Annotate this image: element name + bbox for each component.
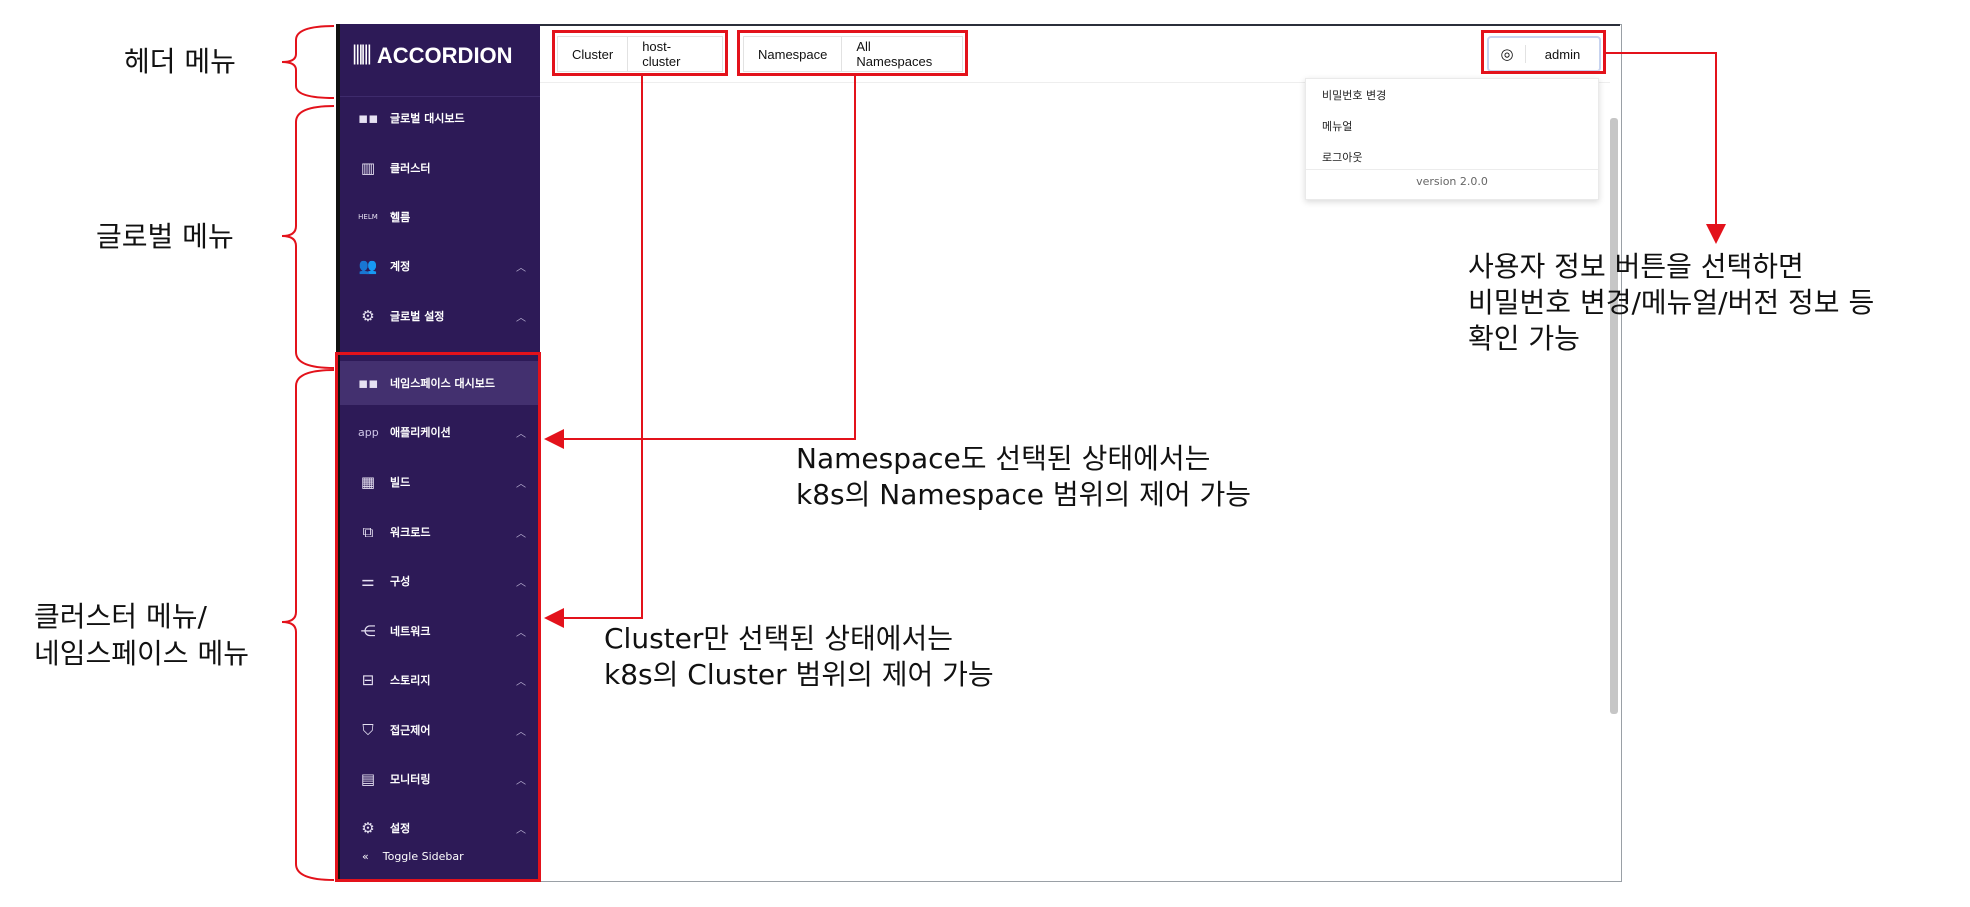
user-note-line1: 사용자 정보 버튼을 선택하면 xyxy=(1468,250,1804,283)
cluster-note-line1: Cluster만 선택된 상태에서는 xyxy=(604,622,954,655)
namespace-note-line2: k8s의 Namespace 범위의 제어 가능 xyxy=(796,478,1252,511)
user-note-line3: 확인 가능 xyxy=(1468,322,1580,355)
user-note-line2: 비밀번호 변경/메뉴얼/버전 정보 등 xyxy=(1468,286,1875,319)
global-menu-annotation: 글로벌 메뉴 xyxy=(96,220,234,253)
namespace-note-line1: Namespace도 선택된 상태에서는 xyxy=(796,442,1211,475)
cluster-menu-annotation-line2: 네임스페이스 메뉴 xyxy=(34,637,249,670)
cluster-note-line2: k8s의 Cluster 범위의 제어 가능 xyxy=(604,658,994,691)
header-menu-annotation: 헤더 메뉴 xyxy=(124,45,236,78)
cluster-menu-annotation-line1: 클러스터 메뉴/ xyxy=(34,600,207,633)
